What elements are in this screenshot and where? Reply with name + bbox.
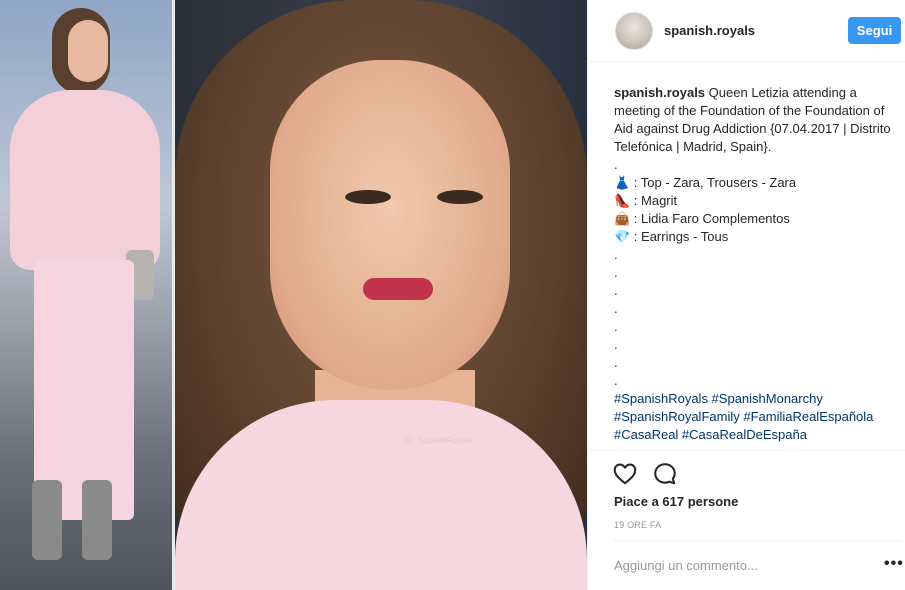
photo-closeup-eye xyxy=(437,190,483,204)
post-header: spanish.royals Segui xyxy=(588,0,905,62)
caption-dot: . xyxy=(614,319,618,334)
caption-dot: . xyxy=(614,301,618,316)
caption-dot: . xyxy=(614,265,618,280)
header-username[interactable]: spanish.royals xyxy=(664,23,755,38)
caption-dot: . xyxy=(614,283,618,298)
caption-dot: . xyxy=(614,337,618,352)
post-actions: Piace a 617 persone 19 ORE FA xyxy=(588,450,905,540)
photo-closeup-lips xyxy=(363,278,433,300)
caption-hashtags[interactable]: #CasaReal #CasaRealDeEspaña xyxy=(614,426,894,444)
comment-input[interactable] xyxy=(614,554,864,576)
dress-icon: 👗 xyxy=(614,175,631,190)
caption-dot: . xyxy=(614,247,618,262)
post-side-panel: spanish.royals Segui spanish.royals Quee… xyxy=(587,0,905,590)
gem-icon: 💎 xyxy=(614,229,631,244)
more-options-icon[interactable]: ••• xyxy=(884,555,904,573)
caption-hashtags[interactable]: #SpanishRoyalFamily #FamiliaRealEspañola xyxy=(614,408,894,426)
photo-figure-shoe xyxy=(82,480,112,560)
post-timestamp[interactable]: 19 ORE FA xyxy=(614,520,661,530)
comment-icon[interactable] xyxy=(652,461,678,487)
photo-figure-shoe xyxy=(32,480,62,560)
caption-item-bag: 👜 : Lidia Faro Complementos xyxy=(614,211,790,226)
photo-figure-face xyxy=(68,20,108,82)
shoe-icon: 👠 xyxy=(614,193,631,208)
photo-closeup-face xyxy=(270,60,510,390)
photo-closeup-eye xyxy=(345,190,391,204)
comment-bar: ••• xyxy=(614,540,904,590)
caption-dot: . xyxy=(614,157,618,172)
caption-item-shoes: 👠 : Magrit xyxy=(614,193,678,208)
caption-hashtags[interactable]: #SpanishRoyals #SpanishMonarchy xyxy=(614,390,894,408)
photo-figure-top xyxy=(10,90,160,270)
caption-item-earrings: 💎 : Earrings - Tous xyxy=(614,229,729,244)
handbag-icon: 👜 xyxy=(614,211,631,226)
heart-icon[interactable] xyxy=(612,461,638,487)
caption-dot: . xyxy=(614,373,618,388)
photo-full-length xyxy=(0,0,172,590)
photo-closeup: IG: SpanishRoyals xyxy=(175,0,587,590)
post-caption: spanish.royals Queen Letizia attending a… xyxy=(614,84,894,450)
caption-dot: . xyxy=(614,355,618,370)
post-photo[interactable]: IG: SpanishRoyals xyxy=(0,0,587,590)
caption-username[interactable]: spanish.royals xyxy=(614,85,705,100)
likes-count[interactable]: Piace a 617 persone xyxy=(614,494,738,509)
caption-item-outfit: 👗 : Top - Zara, Trousers - Zara xyxy=(614,175,797,190)
photo-watermark: IG: SpanishRoyals xyxy=(405,436,472,445)
follow-button[interactable]: Segui xyxy=(848,17,901,44)
avatar[interactable] xyxy=(615,12,653,50)
